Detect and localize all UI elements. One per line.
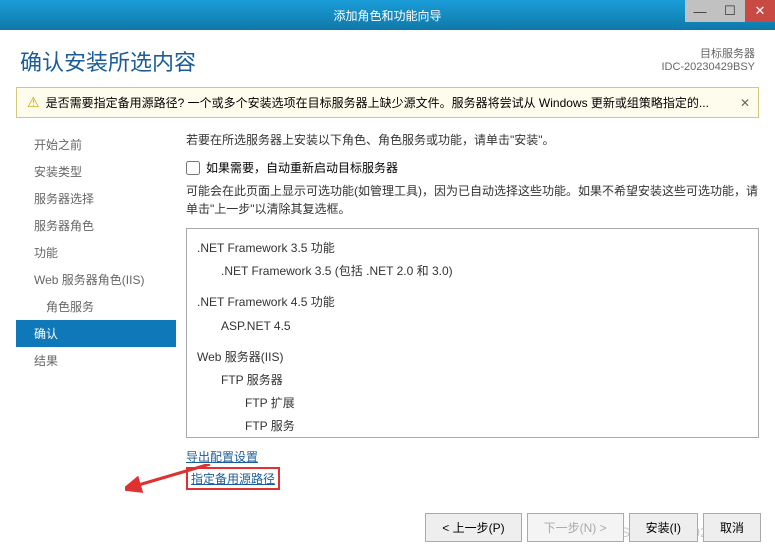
- feature-item: .NET Framework 4.5 功能: [197, 291, 748, 314]
- restart-checkbox[interactable]: [186, 161, 200, 175]
- feature-item: FTP 扩展: [245, 392, 748, 415]
- page-title: 确认安装所选内容: [20, 45, 196, 77]
- instruction-text-2: 可能会在此页面上显示可选功能(如管理工具)，因为已自动选择这些功能。如果不希望安…: [186, 182, 759, 218]
- wizard-step[interactable]: 安装类型: [16, 158, 176, 185]
- wizard-step[interactable]: 确认: [16, 320, 176, 347]
- target-info: 目标服务器 IDC-20230429BSY: [661, 45, 755, 73]
- window-controls: — ☐ ✕: [685, 0, 775, 22]
- window-title: 添加角色和功能向导: [333, 7, 441, 24]
- warning-bar: ⚠ 是否需要指定备用源路径? 一个或多个安装选项在目标服务器上缺少源文件。服务器…: [16, 87, 759, 118]
- feature-item: .NET Framework 3.5 (包括 .NET 2.0 和 3.0): [221, 260, 748, 283]
- specify-source-link[interactable]: 指定备用源路径: [186, 467, 280, 490]
- feature-item: FTP 服务器: [221, 369, 748, 392]
- content-area: 若要在所选服务器上安装以下角色、角色服务或功能，请单击"安装"。 如果需要，自动…: [186, 126, 759, 492]
- maximize-button[interactable]: ☐: [715, 0, 745, 22]
- install-button[interactable]: 安装(I): [629, 513, 698, 542]
- button-bar: < 上一步(P) 下一步(N) > 安装(I) 取消: [425, 513, 761, 542]
- wizard-step[interactable]: 服务器角色: [16, 212, 176, 239]
- prev-button[interactable]: < 上一步(P): [425, 513, 521, 542]
- next-button: 下一步(N) >: [527, 513, 624, 542]
- warning-text: 是否需要指定备用源路径? 一个或多个安装选项在目标服务器上缺少源文件。服务器将尝…: [46, 94, 709, 111]
- feature-list[interactable]: .NET Framework 3.5 功能.NET Framework 3.5 …: [186, 228, 759, 438]
- feature-item: FTP 服务: [245, 415, 748, 438]
- export-config-link[interactable]: 导出配置设置: [186, 448, 759, 465]
- header: 确认安装所选内容 目标服务器 IDC-20230429BSY: [0, 30, 775, 87]
- feature-item: .NET Framework 3.5 功能: [197, 237, 748, 260]
- restart-checkbox-label: 如果需要，自动重新启动目标服务器: [206, 159, 398, 176]
- feature-item: Web 服务器(IIS): [197, 346, 748, 369]
- wizard-step[interactable]: 服务器选择: [16, 185, 176, 212]
- restart-checkbox-row: 如果需要，自动重新启动目标服务器: [186, 159, 759, 176]
- feature-item: ASP.NET 4.5: [221, 315, 748, 338]
- cancel-button[interactable]: 取消: [703, 513, 761, 542]
- wizard-sidebar: 开始之前安装类型服务器选择服务器角色功能Web 服务器角色(IIS)角色服务确认…: [16, 126, 176, 492]
- wizard-step[interactable]: Web 服务器角色(IIS): [16, 266, 176, 293]
- wizard-step[interactable]: 功能: [16, 239, 176, 266]
- target-server: IDC-20230429BSY: [661, 61, 755, 73]
- warning-icon: ⚠: [27, 94, 40, 111]
- wizard-step[interactable]: 开始之前: [16, 131, 176, 158]
- warning-close-icon[interactable]: ✕: [740, 96, 750, 110]
- wizard-step[interactable]: 角色服务: [16, 293, 176, 320]
- target-label: 目标服务器: [661, 45, 755, 61]
- minimize-button[interactable]: —: [685, 0, 715, 22]
- titlebar: 添加角色和功能向导 — ☐ ✕: [0, 0, 775, 30]
- instruction-text: 若要在所选服务器上安装以下角色、角色服务或功能，请单击"安装"。: [186, 131, 759, 149]
- close-button[interactable]: ✕: [745, 0, 775, 22]
- wizard-step[interactable]: 结果: [16, 347, 176, 374]
- links-area: 导出配置设置 指定备用源路径: [186, 448, 759, 492]
